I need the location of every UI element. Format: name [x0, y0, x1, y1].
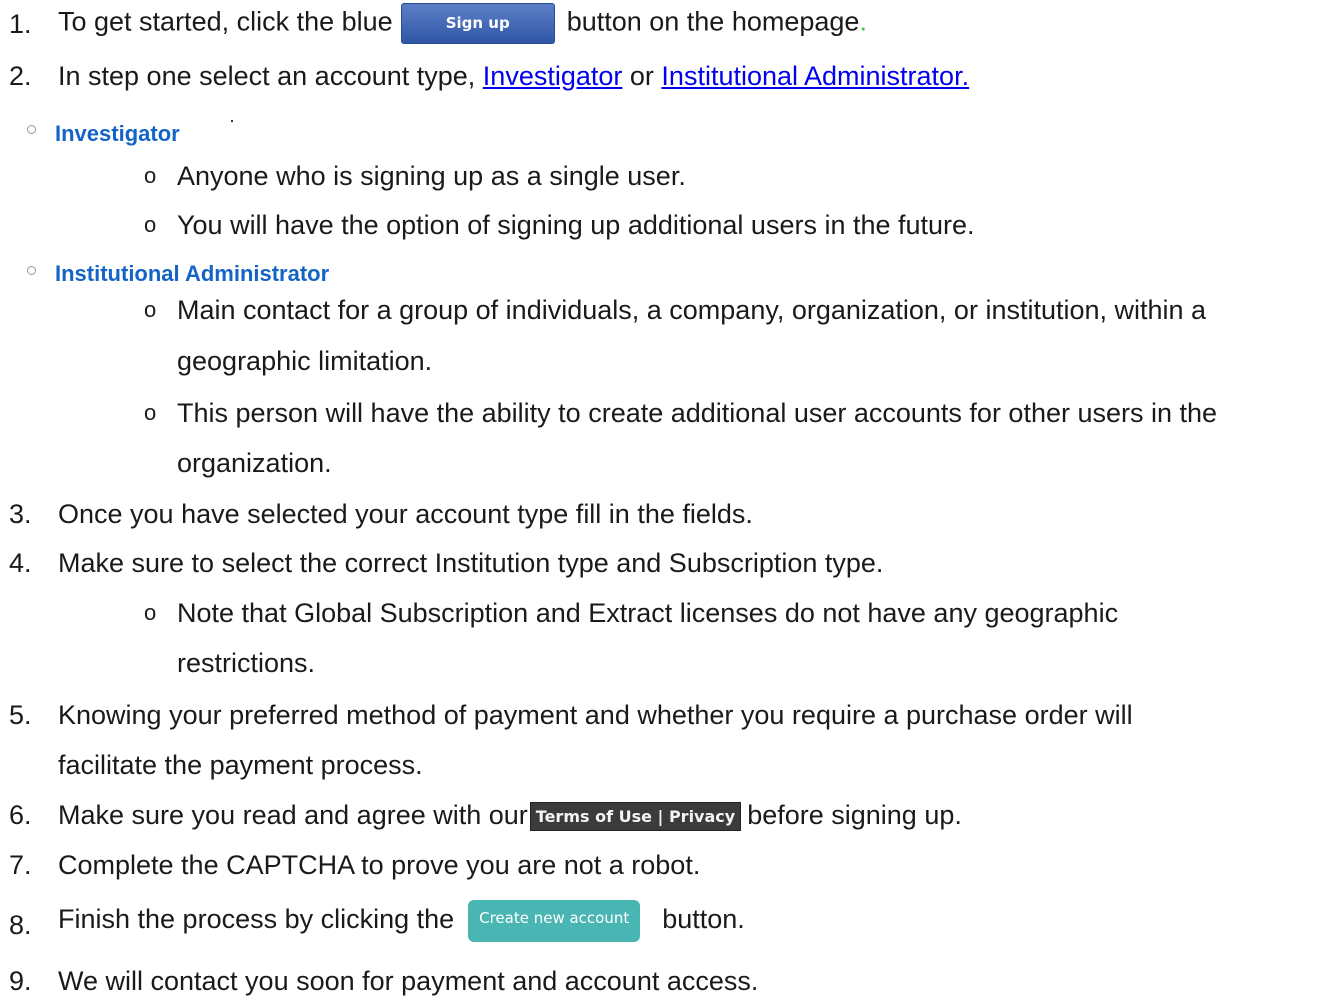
step-4-text: Make sure to select the correct Institut… — [58, 548, 884, 578]
sign-up-button[interactable]: Sign up — [400, 3, 555, 44]
bullet-text: Main contact for a group of individuals,… — [177, 295, 1207, 325]
step-number: 6. — [9, 800, 32, 830]
step-number: 2. — [9, 61, 32, 91]
step-number: 7. — [9, 850, 32, 880]
stray-dot — [231, 120, 233, 122]
step-8-text: Finish the process by clicking the Create… — [58, 900, 745, 942]
step-2-text: In step one select an account type, Inve… — [58, 59, 969, 93]
create-new-account-button[interactable]: Create new account — [468, 900, 641, 942]
step-5-text: facilitate the payment process. — [58, 750, 423, 780]
step-9-text: We will contact you soon for payment and… — [58, 966, 759, 996]
step-number: 5. — [9, 700, 32, 730]
sub-bullet-icon: o — [144, 297, 157, 322]
step-1-before: To get started, click the blue — [58, 6, 393, 37]
note-text: restrictions. — [177, 648, 316, 678]
step-6-after: before signing up. — [747, 800, 962, 830]
step-number: 3. — [9, 499, 32, 529]
bullet-text: This person will have the ability to cre… — [177, 398, 1218, 428]
step-number: 9. — [9, 966, 32, 996]
step-number: 1. — [9, 9, 32, 39]
step-1-dot: . — [859, 6, 867, 37]
step-8-before: Finish the process by clicking the — [58, 904, 455, 935]
sub-bullet-icon: o — [144, 163, 157, 188]
hollow-bullet-icon — [27, 266, 36, 275]
sub-bullet-icon: o — [144, 212, 157, 237]
bullet-text: geographic limitation. — [177, 346, 433, 376]
step-1-text: To get started, click the blue Sign up but… — [58, 3, 867, 44]
investigator-link[interactable]: Investigator — [483, 61, 623, 91]
institutional-heading: Institutional Administrator — [55, 261, 330, 286]
step-7-text: Complete the CAPTCHA to prove you are no… — [58, 850, 701, 880]
step-number: 8. — [9, 910, 32, 940]
sub-bullet-icon: o — [144, 600, 157, 625]
step-8-after: button. — [662, 904, 745, 935]
step-number: 4. — [9, 548, 32, 578]
institutional-administrator-link[interactable]: Institutional Administrator. — [661, 61, 969, 91]
step-6-before: Make sure you read and agree with our — [58, 800, 528, 830]
sub-bullet-icon: o — [144, 400, 157, 425]
step-3-text: Once you have selected your account type… — [58, 499, 753, 529]
step-6-text: Make sure you read and agree with our Ter… — [58, 798, 962, 832]
bullet-text: Anyone who is signing up as a single use… — [177, 161, 686, 191]
bullet-text: You will have the option of signing up a… — [177, 210, 975, 240]
step-2-or: or — [629, 61, 654, 91]
terms-privacy-button[interactable]: Terms of Use | Privacy — [529, 802, 742, 832]
step-1-after: button on the homepage — [566, 6, 860, 37]
note-text: Note that Global Subscription and Extrac… — [177, 598, 1119, 628]
step-5-text: Knowing your preferred method of payment… — [58, 700, 1133, 730]
hollow-bullet-icon — [27, 125, 36, 134]
step-2-before: In step one select an account type, — [58, 61, 476, 91]
bullet-text: organization. — [177, 448, 332, 478]
investigator-heading: Investigator — [55, 121, 180, 146]
